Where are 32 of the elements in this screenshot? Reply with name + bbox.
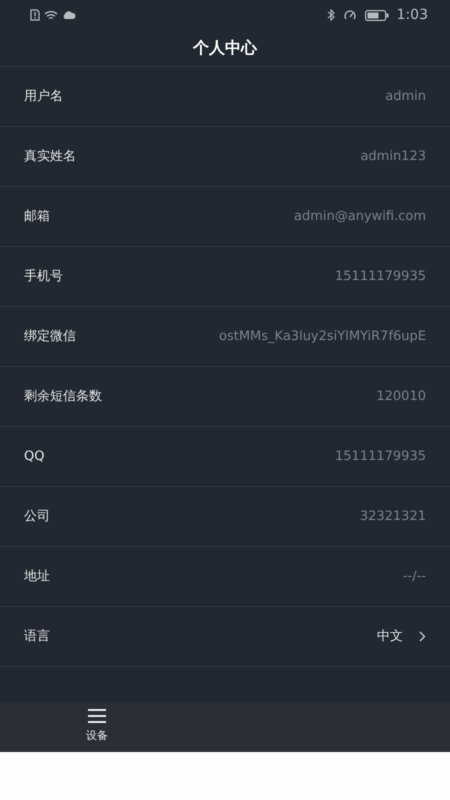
field-value: admin [385, 88, 426, 106]
bluetooth-icon [326, 9, 335, 21]
field-label: 地址 [24, 568, 50, 586]
cloud-icon [62, 11, 76, 19]
field-label: 绑定微信 [24, 328, 76, 346]
page-title: 个人中心 [193, 37, 257, 59]
battery-icon [364, 10, 389, 20]
field-value: 15111179935 [335, 268, 426, 286]
gauge-icon [342, 9, 357, 21]
field-value: 中文 [377, 628, 403, 646]
tab-button[interactable]: 设备 [86, 702, 108, 752]
field-label: 手机号 [24, 268, 63, 286]
clock-time: 1:03 [396, 6, 428, 24]
field-value: 32321321 [360, 508, 426, 526]
field-label: 剩余短信条数 [24, 388, 102, 406]
language-row[interactable]: 语言 中文 [0, 606, 450, 666]
chevron-right-icon [419, 631, 426, 642]
field-value: admin123 [360, 148, 426, 166]
wifi-icon [44, 10, 58, 20]
sim-icon [30, 9, 40, 21]
field-label: QQ [24, 448, 44, 466]
field-value: ostMMs_Ka3luy2siYlMYiR7f6upE [219, 328, 426, 346]
field-label: 语言 [24, 628, 50, 646]
field-label: 真实姓名 [24, 148, 76, 166]
field-label: 公司 [24, 508, 50, 526]
field-label: 用户名 [24, 88, 63, 106]
menu-icon [88, 708, 106, 724]
field-value: 15111179935 [335, 448, 426, 466]
field-value: --/-- [402, 568, 426, 586]
field-value: 120010 [376, 388, 426, 406]
field-value: admin@anywifi.com [294, 208, 426, 226]
field-label: 邮箱 [24, 208, 50, 226]
